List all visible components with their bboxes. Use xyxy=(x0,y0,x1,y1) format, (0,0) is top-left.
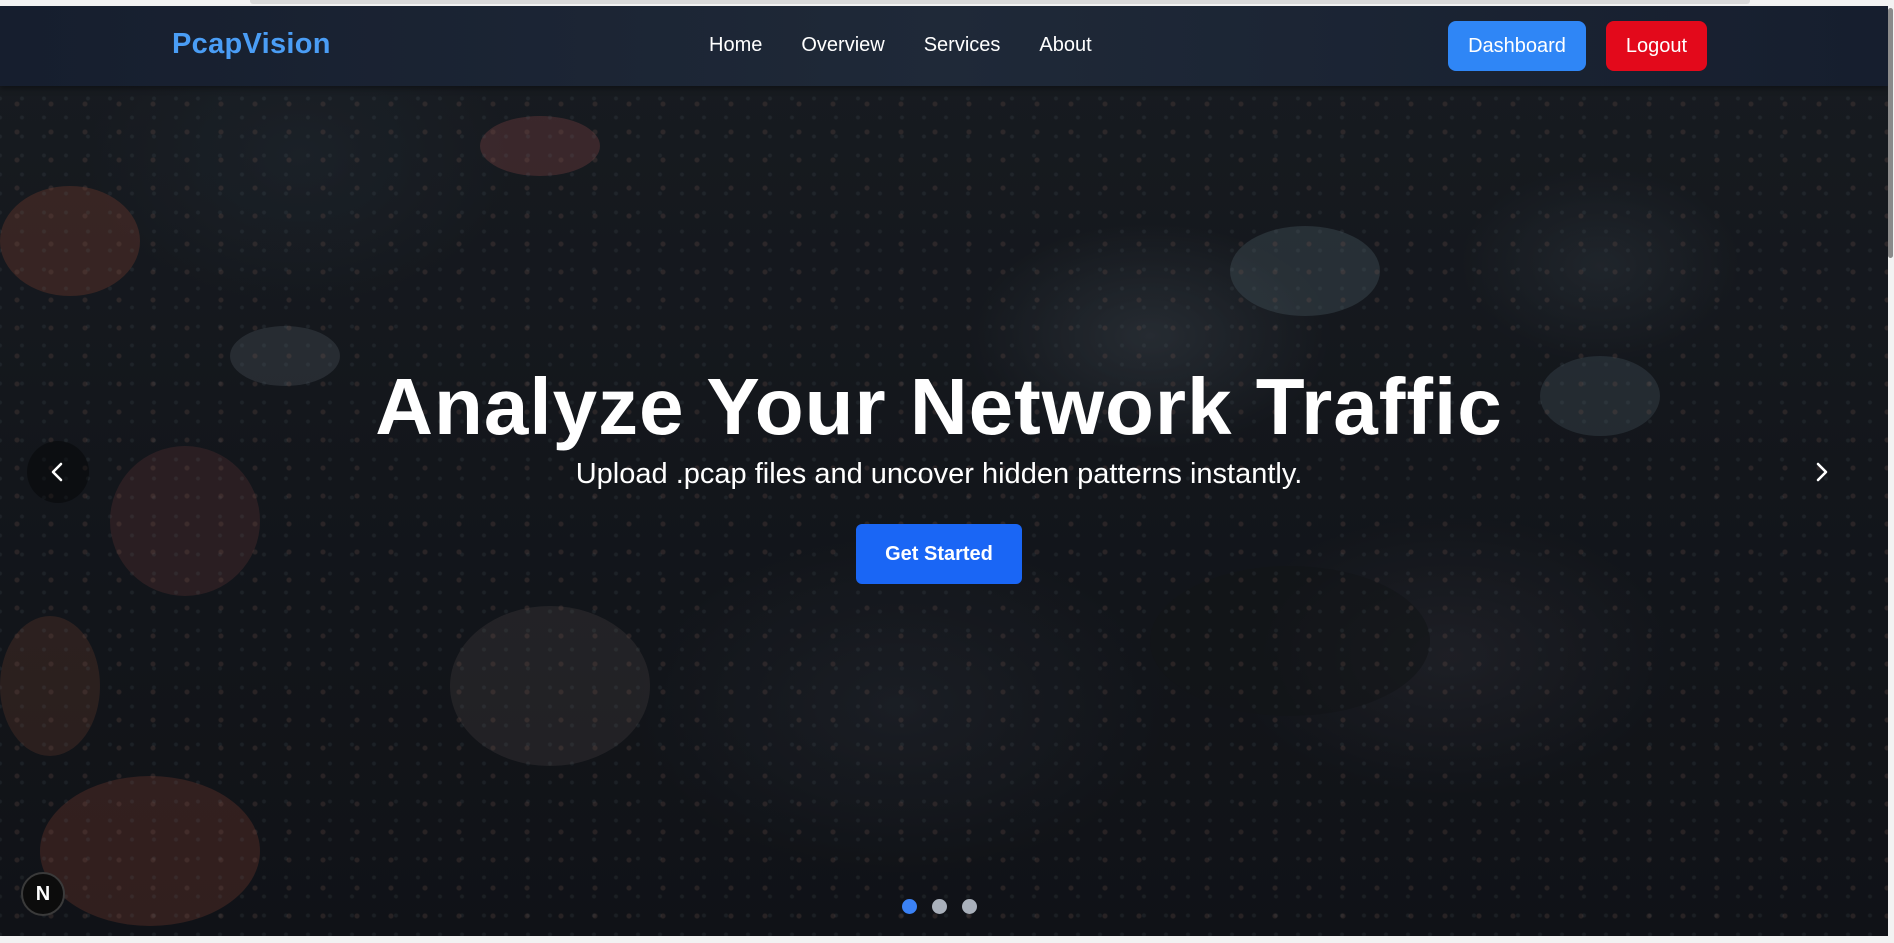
brand-logo[interactable]: PcapVision xyxy=(172,28,331,61)
chevron-left-icon xyxy=(51,462,63,482)
chevron-right-icon xyxy=(1816,462,1828,482)
page: PcapVision Home Overview Services About … xyxy=(0,6,1888,936)
carousel-dot-2[interactable] xyxy=(932,899,947,914)
dashboard-button[interactable]: Dashboard xyxy=(1448,21,1586,71)
nav-links: Home Overview Services About xyxy=(709,34,1131,57)
carousel-prev-button[interactable] xyxy=(27,441,89,503)
get-started-button[interactable]: Get Started xyxy=(856,524,1022,584)
nav-link-services[interactable]: Services xyxy=(924,34,1001,57)
scrollbar-thumb[interactable] xyxy=(1888,8,1893,258)
nav-link-about[interactable]: About xyxy=(1039,34,1091,57)
next-dev-badge[interactable]: N xyxy=(21,872,65,916)
carousel-dot-1[interactable] xyxy=(902,899,917,914)
logout-button[interactable]: Logout xyxy=(1606,21,1707,71)
hero-title: Analyze Your Network Traffic xyxy=(375,362,1503,451)
carousel-indicators xyxy=(902,899,977,914)
navbar: PcapVision Home Overview Services About … xyxy=(0,6,1888,86)
nav-link-overview[interactable]: Overview xyxy=(801,34,884,57)
carousel-next-button[interactable] xyxy=(1790,441,1852,503)
nav-link-home[interactable]: Home xyxy=(709,34,762,57)
hero-subtitle: Upload .pcap files and uncover hidden pa… xyxy=(575,458,1303,490)
carousel-dot-3[interactable] xyxy=(962,899,977,914)
top-edge xyxy=(250,0,1750,4)
